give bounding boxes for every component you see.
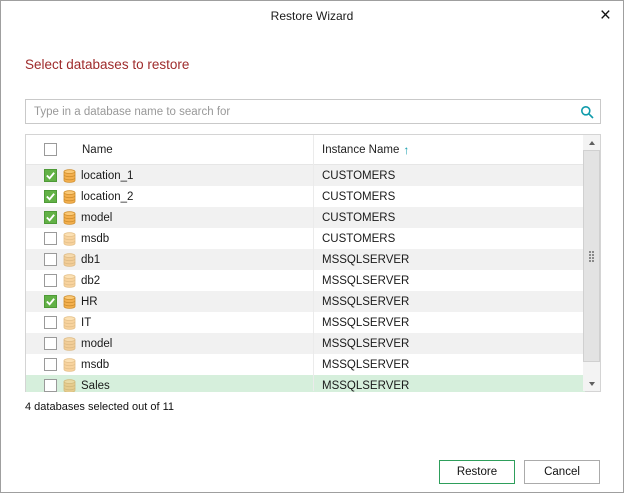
table-row[interactable]: db1 MSSQLSERVER <box>26 249 585 270</box>
database-name: location_2 <box>81 191 133 203</box>
table-row[interactable]: IT MSSQLSERVER <box>26 312 585 333</box>
database-icon <box>63 211 76 225</box>
row-checkbox[interactable] <box>44 379 57 392</box>
database-name: db2 <box>81 275 100 287</box>
instance-name: CUSTOMERS <box>322 191 395 203</box>
row-checkbox[interactable] <box>44 169 57 182</box>
scroll-up-button[interactable] <box>583 135 600 150</box>
titlebar: Restore Wizard × <box>1 1 623 31</box>
select-all-checkbox[interactable] <box>44 143 57 156</box>
scroll-down-button[interactable] <box>583 376 600 391</box>
close-icon[interactable]: × <box>600 3 611 29</box>
database-icon <box>63 190 76 204</box>
search-box <box>25 99 601 124</box>
table-row[interactable]: msdb CUSTOMERS <box>26 228 585 249</box>
instance-name: MSSQLSERVER <box>322 296 409 308</box>
scroll-thumb[interactable] <box>583 150 600 362</box>
database-name: msdb <box>81 359 109 371</box>
table-row[interactable]: location_2 CUSTOMERS <box>26 186 585 207</box>
database-icon <box>63 253 76 267</box>
triangle-up-icon <box>589 141 595 145</box>
instance-name: MSSQLSERVER <box>322 317 409 329</box>
column-header-instance-label: Instance Name <box>322 144 399 156</box>
row-checkbox[interactable] <box>44 316 57 329</box>
row-checkbox[interactable] <box>44 253 57 266</box>
database-icon <box>63 379 76 393</box>
column-header-instance[interactable]: Instance Name ↑ <box>322 135 409 164</box>
instance-name: MSSQLSERVER <box>322 359 409 371</box>
search-input[interactable] <box>26 106 574 118</box>
row-checkbox[interactable] <box>44 190 57 203</box>
instance-name: MSSQLSERVER <box>322 338 409 350</box>
database-name: HR <box>81 296 98 308</box>
search-icon[interactable] <box>574 105 600 119</box>
status-text: 4 databases selected out of 11 <box>25 401 174 413</box>
vertical-scrollbar[interactable] <box>583 135 600 391</box>
row-checkbox[interactable] <box>44 274 57 287</box>
instance-name: CUSTOMERS <box>322 212 395 224</box>
row-checkbox[interactable] <box>44 211 57 224</box>
instance-name: MSSQLSERVER <box>322 380 409 392</box>
row-checkbox[interactable] <box>44 337 57 350</box>
instance-name: MSSQLSERVER <box>322 254 409 266</box>
table-row[interactable]: msdb MSSQLSERVER <box>26 354 585 375</box>
database-name: model <box>81 338 112 350</box>
row-checkbox[interactable] <box>44 232 57 245</box>
database-icon <box>63 295 76 309</box>
thumb-grip-icon <box>589 251 594 262</box>
restore-wizard-dialog: Restore Wizard × Select databases to res… <box>0 0 624 493</box>
instance-name: MSSQLSERVER <box>322 275 409 287</box>
table-row[interactable]: db2 MSSQLSERVER <box>26 270 585 291</box>
table-body: location_1CUSTOMERSlocation_2CUSTOMERSmo… <box>26 165 585 392</box>
database-icon <box>63 337 76 351</box>
instance-name: CUSTOMERS <box>322 170 395 182</box>
database-icon <box>63 169 76 183</box>
database-name: model <box>81 212 112 224</box>
database-icon <box>63 274 76 288</box>
table-row[interactable]: model CUSTOMERS <box>26 207 585 228</box>
sort-ascending-icon: ↑ <box>403 143 409 157</box>
database-name: db1 <box>81 254 100 266</box>
database-name: msdb <box>81 233 109 245</box>
table-row[interactable]: location_1 CUSTOMERS <box>26 165 585 186</box>
database-name: location_1 <box>81 170 133 182</box>
restore-button[interactable]: Restore <box>439 460 515 484</box>
row-checkbox[interactable] <box>44 295 57 308</box>
table-row[interactable]: model MSSQLSERVER <box>26 333 585 354</box>
database-icon <box>63 316 76 330</box>
database-name: IT <box>81 317 91 329</box>
database-name: Sales <box>81 380 110 392</box>
database-icon <box>63 358 76 372</box>
triangle-down-icon <box>589 382 595 386</box>
database-icon <box>63 232 76 246</box>
page-title: Select databases to restore <box>25 57 189 72</box>
table-row[interactable]: Sales MSSQLSERVER <box>26 375 585 392</box>
table-row[interactable]: HR MSSQLSERVER <box>26 291 585 312</box>
instance-name: CUSTOMERS <box>322 233 395 245</box>
window-title: Restore Wizard <box>271 9 354 23</box>
database-table: Name Instance Name ↑ location_1 CUSTOMERS… <box>25 134 601 392</box>
cancel-button[interactable]: Cancel <box>524 460 600 484</box>
table-header: Name Instance Name ↑ <box>26 135 585 165</box>
row-checkbox[interactable] <box>44 358 57 371</box>
column-header-name[interactable]: Name <box>82 144 113 156</box>
